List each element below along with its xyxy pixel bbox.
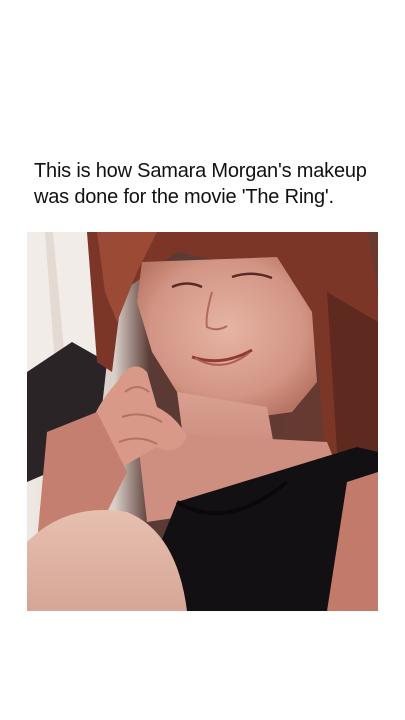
video-frame[interactable] <box>27 232 378 611</box>
video-still-image <box>27 232 378 611</box>
caption-line-1: This is how Samara Morgan's makeup <box>34 160 367 182</box>
caption-line-2: was done for the movie 'The Ring'. <box>34 186 334 208</box>
post-caption: This is how Samara Morgan's makeup was d… <box>34 158 384 210</box>
